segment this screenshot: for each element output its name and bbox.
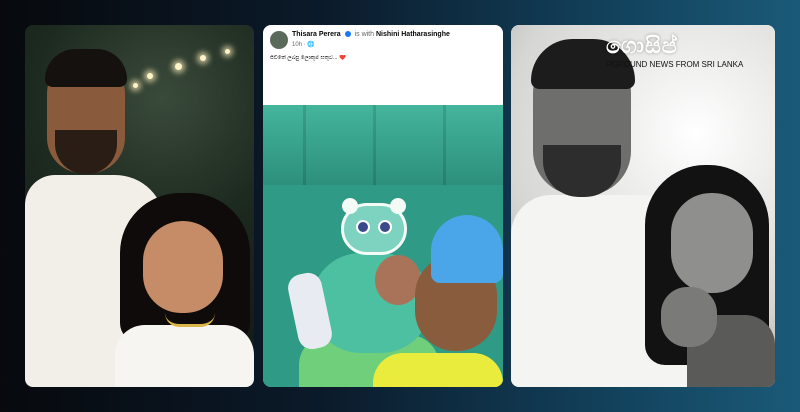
post-caption: ජීවිතේ ලබපු ලොකුම සතුට... ❤️: [270, 55, 346, 61]
avatar[interactable]: [270, 31, 288, 49]
hand-on-shoulder: [661, 287, 717, 347]
post-author-line: Thisara Perera is with Nishini Hatharasi…: [292, 31, 450, 38]
panda-ear: [390, 198, 406, 214]
surgical-drape: [263, 105, 503, 185]
woman-face: [143, 221, 223, 313]
panda-ear: [342, 198, 358, 214]
with-label: is with: [354, 31, 375, 38]
light-bokeh: [175, 63, 182, 70]
couple-photo: [25, 25, 254, 387]
light-bokeh: [147, 73, 153, 79]
surgical-cap: [431, 215, 503, 283]
post-meta: 10h · 🌐: [292, 41, 315, 48]
globe-icon: · 🌐: [303, 42, 315, 48]
panda-eye: [356, 220, 370, 234]
verified-badge-icon: [344, 31, 351, 38]
father-shirt: [373, 353, 503, 387]
post-time[interactable]: 10h: [292, 42, 302, 48]
drape-fold: [303, 105, 306, 185]
panda-eye: [378, 220, 392, 234]
man-hair: [45, 49, 127, 87]
light-bokeh: [200, 55, 206, 61]
tagged-name[interactable]: Nishini Hatharasinghe: [376, 31, 450, 38]
drape-fold: [443, 105, 446, 185]
woman-face: [671, 193, 753, 293]
bw-couple-photo: ගොසිප් RGROUND NEWS FROM SRI LANKA: [511, 25, 775, 387]
woman-dress: [115, 325, 254, 387]
light-bokeh: [133, 83, 138, 88]
post-image[interactable]: [263, 105, 503, 387]
author-name[interactable]: Thisara Perera: [292, 31, 341, 38]
site-watermark: ගොසිප් RGROUND NEWS FROM SRI LANKA: [606, 33, 775, 77]
watermark-logo: ගොසිප්: [606, 33, 678, 58]
panda-sticker-icon: [341, 198, 407, 255]
facebook-post: Thisara Perera is with Nishini Hatharasi…: [263, 25, 503, 387]
watermark-tagline: RGROUND NEWS FROM SRI LANKA: [606, 60, 744, 69]
drape-fold: [373, 105, 376, 185]
gold-necklace: [165, 313, 215, 327]
light-bokeh: [225, 49, 230, 54]
